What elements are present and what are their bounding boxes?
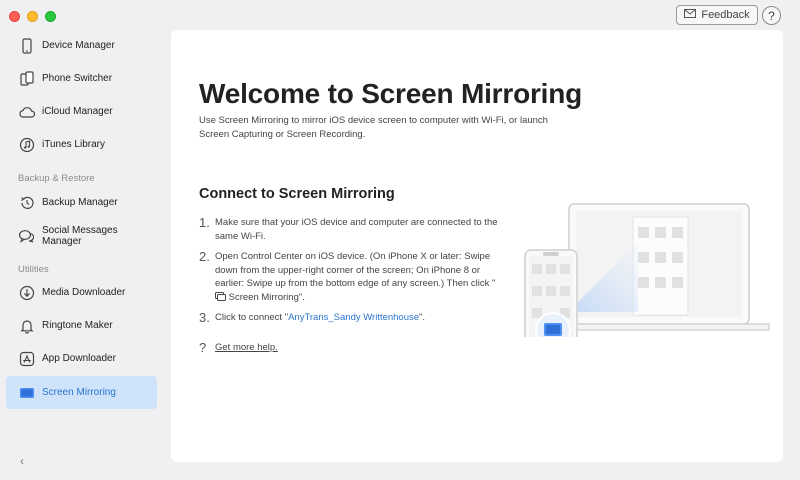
minimize-window-button[interactable] [27, 11, 38, 22]
step-text: Make sure that your iOS device and compu… [215, 217, 498, 242]
sidebar-item-label: App Downloader [42, 353, 116, 364]
history-icon [18, 194, 36, 212]
sidebar-item-itunes-library[interactable]: iTunes Library [6, 128, 157, 161]
step-number: 2. [199, 249, 210, 264]
download-icon [18, 284, 36, 302]
sidebar-item-label: Backup Manager [42, 197, 118, 208]
page-description: Use Screen Mirroring to mirror iOS devic… [199, 115, 548, 140]
main-panel: Welcome to Screen Mirroring Use Screen M… [171, 30, 783, 462]
device-icon [18, 37, 36, 55]
chat-icon [18, 227, 36, 245]
step-number: 3. [199, 310, 210, 325]
section-label-backup: Backup & Restore [18, 173, 95, 184]
mail-icon [684, 9, 697, 21]
sidebar-item-device-manager[interactable]: Device Manager [6, 29, 157, 62]
step-item: 3. Click to connect "AnyTrans_Sandy Writ… [199, 311, 499, 325]
sidebar-item-media-downloader[interactable]: Media Downloader [6, 276, 157, 309]
step-item: 1. Make sure that your iOS device and co… [199, 216, 499, 243]
sidebar-item-label: iTunes Library [42, 139, 105, 150]
sidebar: Device Manager Phone Switcher iCloud Man… [0, 28, 165, 480]
zoom-window-button[interactable] [45, 11, 56, 22]
sidebar-item-label: Ringtone Maker [42, 320, 113, 331]
sidebar-item-label: iCloud Manager [42, 106, 113, 117]
sidebar-item-social-messages-manager[interactable]: Social Messages Manager [6, 219, 157, 252]
sidebar-item-ringtone-maker[interactable]: Ringtone Maker [6, 309, 157, 342]
bell-icon [18, 317, 36, 335]
cloud-icon [18, 103, 36, 121]
get-more-help-label: Get more help. [215, 342, 278, 353]
step-item: 2. Open Control Center on iOS device. (O… [199, 250, 499, 304]
step-text-after: ". [419, 312, 426, 323]
section-label-utilities: Utilities [18, 264, 49, 275]
step-text-after: Screen Mirroring". [226, 291, 305, 303]
screen-mirroring-inline-icon [215, 291, 226, 303]
step-number: 1. [199, 215, 210, 230]
window-controls [9, 11, 56, 22]
section-title: Connect to Screen Mirroring [199, 186, 395, 202]
music-icon [18, 136, 36, 154]
feedback-label: Feedback [701, 9, 750, 21]
sidebar-item-phone-switcher[interactable]: Phone Switcher [6, 62, 157, 95]
help-button[interactable]: ? [762, 6, 781, 25]
page-title: Welcome to Screen Mirroring [199, 78, 583, 109]
sidebar-item-label: Media Downloader [42, 287, 126, 298]
sidebar-item-app-downloader[interactable]: App Downloader [6, 342, 157, 375]
sidebar-item-backup-manager[interactable]: Backup Manager [6, 186, 157, 219]
feedback-button[interactable]: Feedback [676, 5, 758, 25]
sidebar-item-label: Social Messages Manager [42, 224, 118, 247]
sidebar-item-label: Phone Switcher [42, 73, 113, 84]
step-text-before: Open Control Center on iOS device. (On i… [215, 251, 496, 289]
sidebar-item-label: Screen Mirroring [42, 387, 116, 398]
mirroring-illustration [523, 202, 773, 363]
step-text-before: Click to connect " [215, 312, 289, 323]
screen-mirroring-icon [18, 384, 36, 402]
device-connect-link[interactable]: AnyTrans_Sandy Writtenhouse [288, 312, 419, 323]
step-text: Open Control Center on iOS device. (On i… [215, 250, 499, 304]
question-icon: ? [199, 340, 207, 355]
sidebar-item-label: Device Manager [42, 40, 115, 51]
sidebar-item-screen-mirroring[interactable]: Screen Mirroring [6, 376, 157, 409]
collapse-sidebar-button[interactable]: ‹ [20, 454, 24, 468]
phone-icon [18, 70, 36, 88]
close-window-button[interactable] [9, 11, 20, 22]
steps-list: 1. Make sure that your iOS device and co… [199, 216, 499, 332]
get-more-help-link[interactable]: ? Get more help. [199, 340, 278, 355]
step-text: Click to connect "AnyTrans_Sandy Written… [215, 311, 425, 325]
app-store-icon [18, 350, 36, 368]
sidebar-item-icloud-manager[interactable]: iCloud Manager [6, 95, 157, 128]
